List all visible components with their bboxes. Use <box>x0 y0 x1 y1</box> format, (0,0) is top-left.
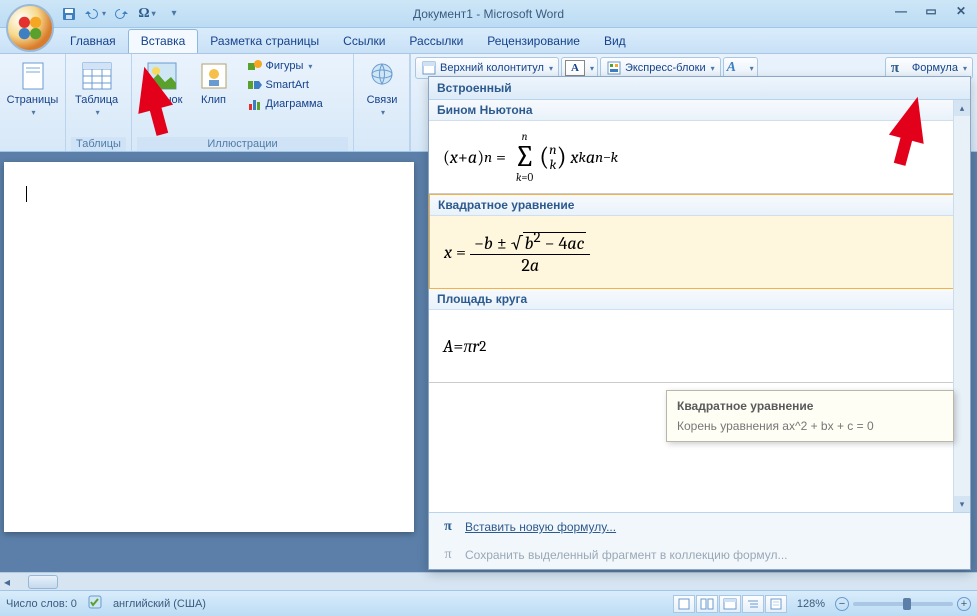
text-cursor <box>26 186 27 202</box>
equation-tooltip: Квадратное уравнение Корень уравнения ax… <box>666 390 954 442</box>
document-page[interactable] <box>4 162 414 532</box>
formula-gallery: Встроенный Бином Ньютона (x + a)n = n∑k=… <box>428 76 971 570</box>
minimize-button[interactable]: — <box>891 2 911 20</box>
tab-mailings[interactable]: Рассылки <box>397 30 475 53</box>
group-tables: Таблицы <box>71 137 126 151</box>
smartart-icon <box>247 77 263 93</box>
chart-button[interactable]: Диаграмма <box>244 95 326 113</box>
smartart-button[interactable]: SmartArt <box>244 76 326 94</box>
equation-item-binomial[interactable]: Бином Ньютона (x + a)n = n∑k=0 (nk) xkan… <box>429 100 970 194</box>
chart-icon <box>247 96 263 112</box>
pi-icon: π <box>439 518 457 536</box>
table-icon <box>81 60 113 92</box>
header-icon <box>421 60 437 76</box>
omega-icon[interactable]: Ω▾ <box>136 3 158 25</box>
wordart-icon: A <box>727 60 745 76</box>
clip-icon <box>198 60 230 92</box>
pi-save-icon: π <box>439 546 457 564</box>
spellcheck-icon[interactable] <box>87 594 103 613</box>
print-layout-view[interactable] <box>673 595 695 613</box>
equation-item-circle-area[interactable]: Площадь круга A = πr2 <box>429 289 970 383</box>
gallery-section-header: Встроенный <box>429 77 970 100</box>
express-icon <box>606 60 622 76</box>
clip-button[interactable]: Клип <box>191 57 237 109</box>
horizontal-scrollbar[interactable]: ◂ <box>0 572 977 590</box>
links-button[interactable]: Связи▾ <box>359 57 405 120</box>
maximize-button[interactable]: ▭ <box>921 2 941 20</box>
save-icon[interactable] <box>58 3 80 25</box>
outline-view[interactable] <box>742 595 764 613</box>
link-icon <box>366 60 398 92</box>
status-bar: Число слов: 0 английский (США) 128% − + <box>0 590 977 616</box>
textbox-icon: A <box>565 60 585 76</box>
pages-button[interactable]: Страницы▾ <box>5 57 60 120</box>
page-icon <box>17 60 49 92</box>
tab-home[interactable]: Главная <box>58 30 128 53</box>
save-formula-fragment: π Сохранить выделенный фрагмент в коллек… <box>429 541 970 569</box>
draft-view[interactable] <box>765 595 787 613</box>
web-layout-view[interactable] <box>719 595 741 613</box>
zoom-level[interactable]: 128% <box>797 598 825 610</box>
ribbon-tabs: Главная Вставка Разметка страницы Ссылки… <box>0 28 977 54</box>
equation-preview: x = −b ± √b2 − 4ac 2a <box>430 216 969 288</box>
tab-layout[interactable]: Разметка страницы <box>198 30 331 53</box>
tab-review[interactable]: Рецензирование <box>475 30 592 53</box>
view-buttons <box>673 595 787 613</box>
insert-new-formula[interactable]: π Вставить новую формулу... <box>429 513 970 541</box>
close-button[interactable]: ✕ <box>951 2 971 20</box>
tab-references[interactable]: Ссылки <box>331 30 397 53</box>
group-illustrations: Иллюстрации <box>137 137 348 151</box>
office-button[interactable] <box>6 4 54 52</box>
gallery-scrollbar[interactable]: ▴ ▾ <box>953 100 970 512</box>
zoom-slider[interactable]: − + <box>835 597 971 611</box>
table-button[interactable]: Таблица▾ <box>71 57 122 120</box>
tab-insert[interactable]: Вставка <box>128 29 199 53</box>
word-count[interactable]: Число слов: 0 <box>6 598 77 610</box>
shapes-button[interactable]: Фигуры▾ <box>244 57 326 75</box>
equation-preview: A = πr2 <box>429 310 970 382</box>
qat-more-icon[interactable]: ▾ <box>162 3 184 25</box>
shapes-icon <box>247 58 263 74</box>
redo-icon[interactable] <box>110 3 132 25</box>
equation-item-quadratic[interactable]: Квадратное уравнение x = −b ± √b2 − 4ac … <box>429 194 970 289</box>
tab-view[interactable]: Вид <box>592 30 638 53</box>
undo-icon[interactable]: ▾ <box>84 3 106 25</box>
pi-icon: π <box>891 60 909 76</box>
fullscreen-view[interactable] <box>696 595 718 613</box>
language-status[interactable]: английский (США) <box>113 598 206 610</box>
window-title: Документ1 - Microsoft Word <box>413 7 564 21</box>
